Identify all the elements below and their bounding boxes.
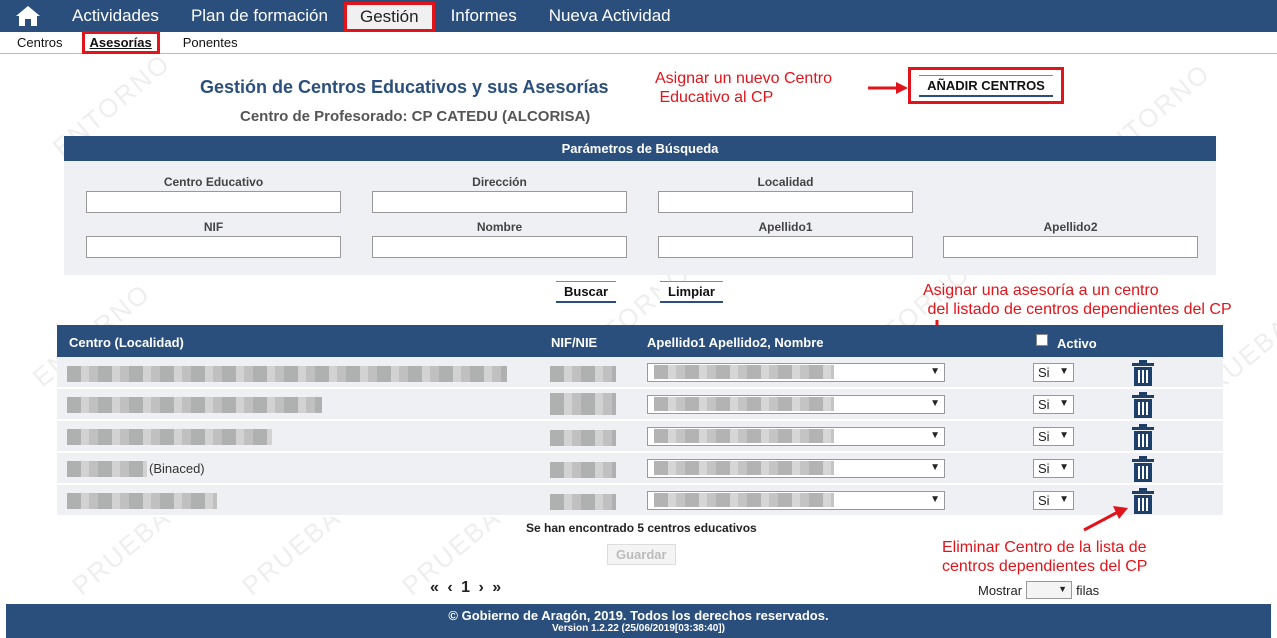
subnav-centros[interactable]: Centros: [0, 35, 63, 50]
asesor-select[interactable]: ▼: [647, 395, 945, 414]
table-row: ▼ Si ▼: [57, 421, 1223, 453]
nav-nueva-actividad[interactable]: Nueva Actividad: [533, 0, 687, 32]
annotation-assign: Asignar una asesoría a un centro del lis…: [923, 282, 1232, 318]
centro-localidad: (Binaced): [149, 461, 205, 476]
redacted-centro: [67, 397, 322, 413]
input-nombre[interactable]: [372, 236, 627, 258]
redacted-centro: [67, 366, 507, 382]
search-panel: Parámetros de Búsqueda Centro Educativo …: [64, 136, 1216, 275]
subnav-ponentes[interactable]: Ponentes: [166, 35, 238, 50]
input-localidad[interactable]: [658, 191, 913, 213]
sub-nav: Centros Asesorías Ponentes: [0, 31, 1277, 54]
label-nif: NIF: [203, 220, 224, 234]
label-apellido1: Apellido1: [758, 220, 813, 234]
annotation-add: Asignar un nuevo Centro Educativo al CP: [655, 70, 832, 106]
input-direccion[interactable]: [372, 191, 627, 213]
footer-version: Version 1.2.22 (25/06/2019[03:38:40]): [552, 623, 725, 634]
redacted-nif: [550, 366, 616, 382]
nav-actividades[interactable]: Actividades: [56, 0, 175, 32]
redacted-centro: [67, 493, 217, 509]
subnav-asesorias[interactable]: Asesorías: [81, 31, 160, 54]
rows-select[interactable]: ▼: [1026, 581, 1073, 599]
label-localidad: Localidad: [757, 175, 814, 189]
footer: © Gobierno de Aragón, 2019. Todos los de…: [6, 604, 1271, 638]
footer-copyright: © Gobierno de Aragón, 2019. Todos los de…: [448, 608, 829, 623]
activo-select[interactable]: Si ▼: [1033, 459, 1074, 478]
label-centro-educativo: Centro Educativo: [163, 175, 264, 189]
table-header: Centro (Localidad) NIF/NIE Apellido1 Ape…: [57, 325, 1223, 357]
redacted-nif: [550, 462, 616, 478]
table-row: ▼ Si ▼: [57, 389, 1223, 421]
centros-table: Centro (Localidad) NIF/NIE Apellido1 Ape…: [57, 325, 1223, 517]
trash-icon[interactable]: [1131, 392, 1155, 418]
header-nif: NIF/NIE: [551, 335, 598, 350]
asesor-select[interactable]: ▼: [647, 491, 945, 510]
redacted-nif: [550, 430, 616, 446]
arrow-icon: [1083, 506, 1128, 532]
table-row: ▼ Si ▼: [57, 485, 1223, 517]
header-activo: Activo: [1057, 336, 1097, 351]
header-asesor: Apellido1 Apellido2, Nombre: [647, 335, 824, 350]
home-icon[interactable]: [0, 0, 56, 32]
results-count: Se han encontrado 5 centros educativos: [526, 521, 757, 535]
buscar-button[interactable]: Buscar: [556, 281, 617, 303]
input-nif[interactable]: [86, 236, 341, 258]
table-row: (Binaced) ▼ Si ▼: [57, 453, 1223, 485]
trash-icon[interactable]: [1131, 456, 1155, 482]
mostrar-label: Mostrar: [978, 582, 1023, 598]
redacted-nif: [550, 393, 616, 415]
redacted-nif: [550, 494, 616, 510]
trash-icon[interactable]: [1131, 424, 1155, 450]
trash-icon[interactable]: [1131, 488, 1155, 514]
add-centros-highlight: AÑADIR CENTROS: [908, 67, 1064, 104]
nav-gestion[interactable]: Gestión: [343, 1, 435, 32]
page-title: Gestión de Centros Educativos y sus Ases…: [200, 77, 609, 97]
arrow-icon: [868, 82, 908, 94]
input-centro-educativo[interactable]: [86, 191, 341, 213]
label-nombre: Nombre: [476, 220, 523, 234]
label-direccion: Dirección: [472, 175, 527, 189]
redacted-centro: [67, 429, 272, 445]
guardar-button[interactable]: Guardar: [607, 544, 676, 565]
annotation-delete: Eliminar Centro de la lista de centros d…: [942, 539, 1148, 575]
redacted-centro: [67, 461, 147, 477]
search-title: Parámetros de Búsqueda: [64, 136, 1216, 161]
add-centros-button[interactable]: AÑADIR CENTROS: [919, 74, 1053, 97]
header-centro: Centro (Localidad): [69, 335, 184, 350]
top-nav: Actividades Plan de formación Gestión In…: [0, 0, 1277, 32]
page-subtitle: Centro de Profesorado: CP CATEDU (ALCORI…: [240, 108, 591, 125]
activo-select[interactable]: Si ▼: [1033, 491, 1074, 510]
activo-select[interactable]: Si ▼: [1033, 363, 1074, 382]
input-apellido2[interactable]: [943, 236, 1198, 258]
activo-all-checkbox[interactable]: [1036, 334, 1048, 346]
asesor-select[interactable]: ▼: [647, 427, 945, 446]
asesor-select[interactable]: ▼: [647, 363, 945, 382]
input-apellido1[interactable]: [658, 236, 913, 258]
rows-per-page: Mostrar ▼ filas: [978, 581, 1099, 599]
trash-icon[interactable]: [1131, 360, 1155, 386]
label-apellido2: Apellido2: [1043, 220, 1098, 234]
nav-informes[interactable]: Informes: [435, 0, 533, 32]
nav-plan-formacion[interactable]: Plan de formación: [175, 0, 344, 32]
activo-select[interactable]: Si ▼: [1033, 395, 1074, 414]
activo-select[interactable]: Si ▼: [1033, 427, 1074, 446]
asesor-select[interactable]: ▼: [647, 459, 945, 478]
pagination[interactable]: « ‹ 1 › »: [430, 579, 501, 597]
filas-label: filas: [1076, 582, 1100, 598]
table-row: ▼ Si ▼: [57, 357, 1223, 389]
limpiar-button[interactable]: Limpiar: [660, 281, 723, 303]
